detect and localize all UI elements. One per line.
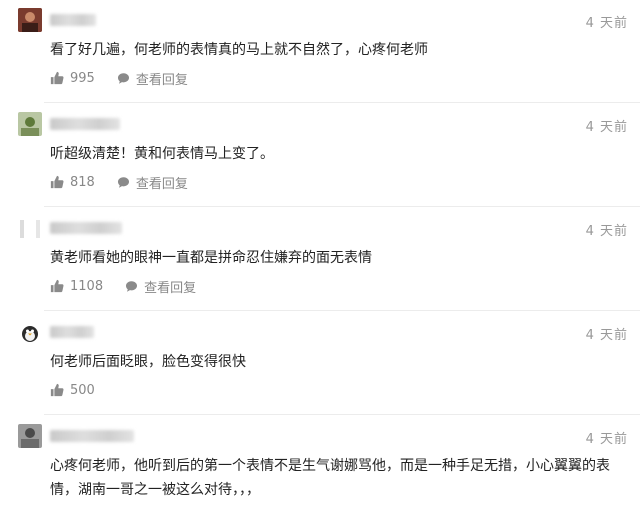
comment-time: 4 天前 xyxy=(585,120,628,135)
comment-text: 何老师后面眨眼，脸色变得很快 xyxy=(50,354,246,370)
view-replies-label: 查看回复 xyxy=(135,176,188,192)
thumbs-up-icon xyxy=(50,279,64,293)
username-blurred[interactable] xyxy=(50,118,120,130)
like-count: 1108 xyxy=(70,278,104,294)
comment-actions: 1108 查看回复 xyxy=(50,277,196,296)
comment-item: 4 天前 黄老师看她的眼神一直都是拼命忍住嫌弃的面无表情 1108 查看回复 xyxy=(0,208,640,308)
divider xyxy=(44,310,640,311)
like-button[interactable]: 995 xyxy=(50,71,95,86)
like-button[interactable]: 818 xyxy=(50,175,95,190)
view-replies-button[interactable]: 查看回复 xyxy=(117,69,188,88)
divider xyxy=(44,414,640,415)
username-blurred[interactable] xyxy=(50,430,134,442)
chat-bubble-icon xyxy=(126,280,138,292)
comment-item: 4 天前 看了好几遍，何老师的表情真的马上就不自然了，心疼何老师 995 查看回… xyxy=(0,0,640,100)
username-blurred[interactable] xyxy=(50,222,122,234)
divider xyxy=(44,206,640,207)
like-button[interactable]: 500 xyxy=(50,383,95,398)
like-button[interactable]: 1108 xyxy=(50,279,103,294)
comment-item: 4 天前 心疼何老师，他听到后的第一个表情不是生气谢娜骂他，而是一种手足无措，小… xyxy=(0,416,640,509)
thumbs-up-icon xyxy=(50,383,64,397)
avatar[interactable] xyxy=(18,112,42,136)
comment-item: 4 天前 听超级清楚！黄和何表情马上变了。 818 查看回复 xyxy=(0,104,640,204)
like-count: 995 xyxy=(70,70,95,86)
comment-time: 4 天前 xyxy=(585,432,628,447)
avatar[interactable] xyxy=(18,424,42,448)
view-replies-button[interactable]: 查看回复 xyxy=(117,173,188,192)
like-count: 500 xyxy=(70,382,95,398)
username-blurred[interactable] xyxy=(50,326,94,338)
comment-actions: 818 查看回复 xyxy=(50,173,188,192)
avatar[interactable] xyxy=(18,216,42,240)
view-replies-button[interactable]: 查看回复 xyxy=(125,277,196,296)
comment-text: 听超级清楚！黄和何表情马上变了。 xyxy=(50,146,274,162)
comment-text: 心疼何老师，他听到后的第一个表情不是生气谢娜骂他，而是一种手足无措，小心翼翼的表… xyxy=(50,458,610,498)
view-replies-label: 查看回复 xyxy=(144,280,197,296)
comment-item: 4 天前 何老师后面眨眼，脸色变得很快 500 xyxy=(0,312,640,412)
comment-time: 4 天前 xyxy=(585,328,628,343)
comment-actions: 500 xyxy=(50,381,95,399)
comment-time: 4 天前 xyxy=(585,224,628,239)
comment-text: 看了好几遍，何老师的表情真的马上就不自然了，心疼何老师 xyxy=(50,42,428,58)
divider xyxy=(44,102,640,103)
chat-bubble-icon xyxy=(117,176,129,188)
view-replies-label: 查看回复 xyxy=(135,72,188,88)
comment-actions: 995 查看回复 xyxy=(50,69,188,88)
username-blurred[interactable] xyxy=(50,14,96,26)
comment-text: 黄老师看她的眼神一直都是拼命忍住嫌弃的面无表情 xyxy=(50,250,372,266)
avatar[interactable] xyxy=(18,320,42,344)
thumbs-up-icon xyxy=(50,175,64,189)
avatar[interactable] xyxy=(18,8,42,32)
like-count: 818 xyxy=(70,174,95,190)
thumbs-up-icon xyxy=(50,71,64,85)
comment-time: 4 天前 xyxy=(585,16,628,31)
chat-bubble-icon xyxy=(117,72,129,84)
